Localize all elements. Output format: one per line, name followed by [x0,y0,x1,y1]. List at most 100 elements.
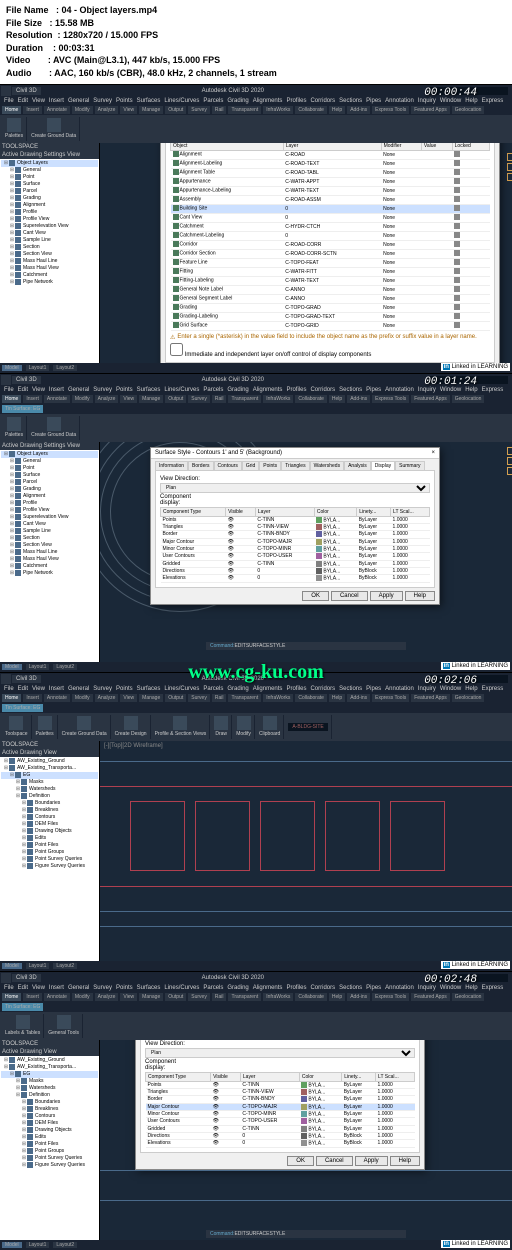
model-tab[interactable]: Model [2,664,22,670]
menu-item[interactable]: Lines/Curves [164,686,199,692]
menu-item[interactable]: Profiles [286,387,306,393]
tree-node[interactable]: ⊞Surface [1,181,98,188]
dialog-tab[interactable]: Grid [242,461,259,470]
menu-item[interactable]: Express [482,98,504,104]
tree-node[interactable]: ⊞Mass Haul Line [1,258,98,265]
tree-node[interactable]: ⊞Contours [1,1113,98,1120]
dialog-tab[interactable]: Information [155,461,188,470]
model-tab[interactable]: Model [2,1242,22,1248]
visibility-icon[interactable]: 👁 [228,568,234,574]
menu-item[interactable]: Corridors [310,985,335,991]
dialog-tab[interactable]: Display [371,461,395,470]
ribbon-tab[interactable]: Annotate [44,106,70,114]
tree-node[interactable]: ⊞Pipe Network [1,279,98,286]
table-row[interactable]: Triangles👁C-TINN-VIEWBYLA...ByLayer1.000… [161,523,430,530]
visibility-icon[interactable]: 👁 [228,524,234,530]
lock-icon[interactable] [454,241,460,247]
model-tab[interactable]: Layout2 [53,1242,77,1248]
menu-item[interactable]: Surfaces [137,985,161,991]
menu-item[interactable]: File [4,686,14,692]
tree-node[interactable]: ⊞Pipe Network [1,570,98,577]
ribbon-tab[interactable]: InfraWorks [263,694,293,702]
command-line[interactable]: Command: EDITSURFACESTYLE [206,642,406,650]
menu-item[interactable]: Corridors [310,387,335,393]
help-button[interactable]: Help [405,591,435,601]
tree-node[interactable]: ⊞AW_Existing_Transporta... [1,765,98,772]
table-row[interactable]: CatchmentC-HYDR-CTCHNone [171,222,490,231]
visibility-icon[interactable]: 👁 [228,561,234,567]
menu-item[interactable]: Edit [18,98,28,104]
menu-item[interactable]: Insert [49,387,64,393]
tree-node[interactable]: ⊞Masks [1,779,98,786]
table-row[interactable]: Appurtenance-LabelingC-WATR-TEXTNone [171,186,490,195]
tree-node[interactable]: ⊞Section [1,244,98,251]
table-row[interactable]: Minor Contour👁C-TOPO-MINRBYLA...ByLayer1… [161,545,430,552]
ground-data-group[interactable]: Create Ground Data [28,416,80,440]
menu-item[interactable]: Insert [49,98,64,104]
tree-node[interactable]: ⊞Parcel [1,479,98,486]
viewport[interactable]: Surface Style - Contours 1' and 5' (Back… [100,442,512,662]
independent-layer-checkbox[interactable] [170,343,183,356]
apply-button[interactable]: Apply [370,591,403,601]
lock-icon[interactable] [454,313,460,319]
ribbon-tab[interactable]: Analyze [95,993,119,1001]
dialog-tab[interactable]: Borders [188,461,214,470]
menu-item[interactable]: Express [482,387,504,393]
doc-tab[interactable]: Civil 3D [12,675,41,683]
ribbon-tab[interactable]: InfraWorks [263,106,293,114]
menu-item[interactable]: Annotation [385,686,414,692]
ribbon-tab[interactable]: Transparent [228,395,261,403]
table-row[interactable]: Points👁C-TINNBYLA...ByLayer1.0000 [161,516,430,523]
tree-node[interactable]: ⊞Grading [1,486,98,493]
lock-icon[interactable] [454,286,460,292]
menu-item[interactable]: Parcels [203,985,223,991]
ribbon-tab[interactable]: Add-ins [347,993,370,1001]
ribbon-tab[interactable]: Output [165,694,186,702]
ribbon-tab-contextual[interactable]: Tin Surface: EG [2,405,43,413]
menu-item[interactable]: Alignments [253,686,283,692]
ribbon-tab[interactable]: Add-ins [347,106,370,114]
tree-node[interactable]: ⊞General [1,167,98,174]
ribbon-tab[interactable]: Geolocation [452,993,485,1001]
doc-tab[interactable]: Civil 3D [12,376,41,384]
ribbon-tab[interactable]: Manage [139,993,163,1001]
ribbon-tab[interactable]: Help [329,694,345,702]
menu-item[interactable]: Surfaces [137,387,161,393]
tree-node[interactable]: ⊞Drawing Objects [1,1127,98,1134]
menu-item[interactable]: Insert [49,985,64,991]
tree-node[interactable]: ⊞Superelevation View [1,223,98,230]
ribbon-tab[interactable]: Collaborate [295,395,327,403]
lock-icon[interactable] [454,250,460,256]
tree-node[interactable]: ⊞Breaklines [1,1106,98,1113]
menu-item[interactable]: Insert [49,686,64,692]
tree-node[interactable]: ⊞Figure Survey Queries [1,1162,98,1169]
visibility-icon[interactable]: 👁 [228,531,234,537]
menu-item[interactable]: Sections [339,387,362,393]
tree-node[interactable]: ⊞Profile View [1,216,98,223]
menu-item[interactable]: Alignments [253,98,283,104]
menu-item[interactable]: General [68,98,89,104]
ribbon-tab[interactable]: Analyze [95,694,119,702]
ribbon-tab[interactable]: Modify [72,694,93,702]
ribbon-tab[interactable]: Featured Apps [411,395,450,403]
menu-item[interactable]: View [32,387,45,393]
table-row[interactable]: CorridorC-ROAD-CORRNone [171,240,490,249]
tree-node[interactable]: ⊞Figure Survey Queries [1,863,98,870]
table-row[interactable]: General Segment LabelC-ANNONone [171,294,490,303]
table-row[interactable]: Elevations👁0BYLA...ByBlock1.0000 [161,575,430,582]
ribbon-group[interactable]: Modify [233,715,255,739]
cancel-button[interactable]: Cancel [331,591,368,601]
menu-item[interactable]: Alignments [253,985,283,991]
menu-item[interactable]: Sections [339,98,362,104]
ribbon-tab[interactable]: Help [329,395,345,403]
menu-item[interactable]: Alignments [253,387,283,393]
lock-icon[interactable] [454,160,460,166]
menu-item[interactable]: Surfaces [137,98,161,104]
ribbon-tab[interactable]: Annotate [44,694,70,702]
ribbon-tab[interactable]: Manage [139,694,163,702]
menu-item[interactable]: Express [482,985,504,991]
menu-item[interactable]: Survey [93,98,112,104]
tree-node[interactable]: ⊞Point Files [1,1141,98,1148]
ribbon-tab[interactable]: Express Tools [372,395,409,403]
ribbon-tab[interactable]: View [120,106,137,114]
